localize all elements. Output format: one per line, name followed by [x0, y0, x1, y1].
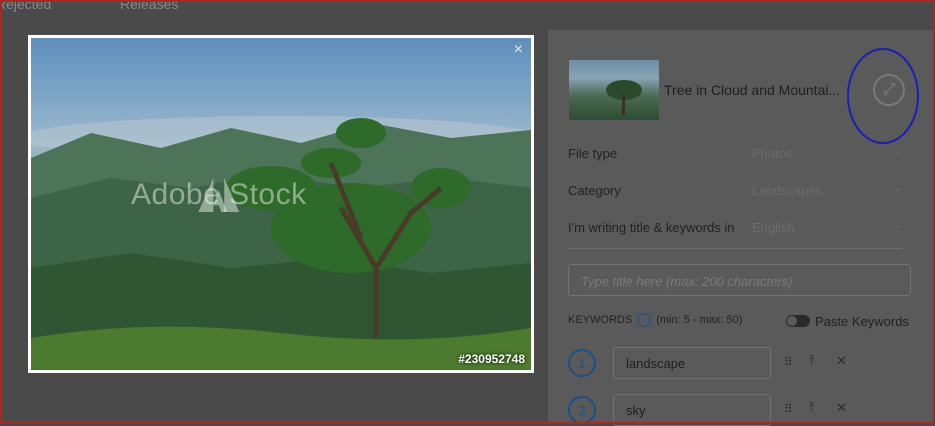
keywords-label: KEYWORDS	[568, 314, 633, 326]
paste-keywords-label: Paste Keywords	[815, 314, 909, 329]
title-input[interactable]: Type title here (max: 200 characters)	[568, 264, 911, 296]
language-value[interactable]: English	[752, 220, 795, 235]
adobe-stock-watermark: Adobe Stock	[131, 178, 307, 212]
chevron-down-icon[interactable]: ⌄	[894, 181, 903, 194]
keyword-input[interactable]: sky	[613, 394, 771, 426]
info-icon[interactable]: i	[637, 313, 652, 327]
file-title: Tree in Cloud and Mountai...	[664, 82, 841, 98]
file-type-value[interactable]: Photos	[752, 146, 792, 161]
chevron-down-icon[interactable]: ⌄	[894, 218, 903, 231]
drag-handle-icon[interactable]: ⠿	[784, 402, 793, 416]
adobe-logo-icon	[198, 178, 240, 212]
keywords-range: (min: 5 - max: 50)	[656, 314, 743, 326]
divider	[568, 248, 903, 249]
file-type-field[interactable]: File type Photos ⌄	[568, 144, 903, 166]
drag-handle-icon[interactable]: ⠿	[784, 355, 793, 369]
keywords-header: KEYWORDS i (min: 5 - max: 50)	[568, 313, 742, 327]
thumbnail-tree-image	[606, 80, 642, 115]
paste-keywords-toggle[interactable]	[786, 315, 810, 327]
remove-keyword-icon[interactable]: ✕	[836, 353, 847, 369]
details-panel: Tree in Cloud and Mountai... ⤢ File type…	[548, 30, 935, 426]
expand-icon: ⤢	[882, 81, 896, 98]
tab-releases[interactable]: Releases	[120, 0, 178, 12]
keyword-row: 2 sky ⠿ ⤒ ✕	[568, 394, 868, 426]
language-field[interactable]: I'm writing title & keywords in English …	[568, 218, 903, 240]
keyword-number: 2	[568, 396, 596, 424]
category-value[interactable]: Landscapes	[752, 183, 822, 198]
expand-preview-button[interactable]: ⤢	[873, 74, 905, 106]
keyword-input[interactable]: landscape	[613, 347, 771, 379]
chevron-down-icon[interactable]: ⌄	[894, 144, 903, 157]
image-id-label: #230952748	[458, 352, 525, 366]
remove-keyword-icon[interactable]: ✕	[836, 400, 847, 416]
move-to-top-icon[interactable]: ⤒	[809, 400, 814, 415]
category-label: Category	[568, 183, 621, 198]
move-to-top-icon[interactable]: ⤒	[809, 353, 814, 368]
keyword-number: 1	[568, 349, 596, 377]
tab-rejected[interactable]: Rejected	[0, 0, 51, 12]
category-field[interactable]: Category Landscapes ⌄	[568, 181, 903, 203]
image-preview-modal: Adobe Stock × #230952748	[28, 35, 534, 373]
file-type-label: File type	[568, 146, 618, 161]
preview-photo: Adobe Stock × #230952748	[31, 38, 531, 370]
keyword-row: 1 landscape ⠿ ⤒ ✕	[568, 347, 868, 379]
file-thumbnail[interactable]	[569, 60, 659, 120]
language-label: I'm writing title & keywords in	[568, 220, 735, 235]
close-preview-button[interactable]: ×	[514, 42, 523, 58]
